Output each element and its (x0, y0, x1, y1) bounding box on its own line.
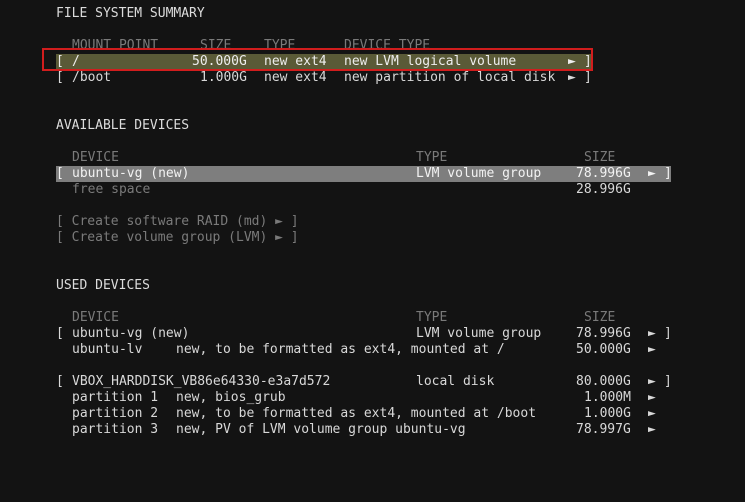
device-description: new, to be formatted as ext4, mounted at… (176, 342, 505, 357)
device-name: VBOX_HARDDISK_VB86e64330-e3a7d572 (72, 374, 331, 389)
device-name: partition 2 (72, 406, 159, 421)
col-header-device: DEVICE (72, 150, 119, 165)
col-header-type: TYPE (416, 310, 448, 325)
size: 78.997G (576, 422, 631, 437)
expand-arrow-icon[interactable]: ► (648, 166, 656, 182)
device-name: ubuntu-vg (new) (72, 326, 190, 341)
size: 78.996G (576, 166, 631, 181)
expand-arrow-icon[interactable]: ► (648, 406, 656, 422)
size: 78.996G (576, 326, 631, 341)
bracket-close: ] (664, 166, 672, 181)
device-name: partition 1 (72, 390, 159, 405)
device-name: ubuntu-lv (72, 342, 143, 357)
fs-type: new ext4 (264, 54, 327, 69)
expand-arrow-icon[interactable]: ► (648, 374, 656, 390)
device-name: partition 3 (72, 422, 159, 437)
expand-arrow-icon[interactable]: ► (648, 326, 656, 342)
used-row-partition-3[interactable]: partition 3 new, PV of LVM volume group … (0, 422, 745, 438)
expand-arrow-icon[interactable]: ► (568, 70, 576, 86)
mount-point: /boot (72, 70, 112, 85)
device-description: new, to be formatted as ext4, mounted at… (176, 406, 537, 421)
expand-arrow-icon[interactable]: ► (648, 342, 656, 358)
size: 1.000G (200, 70, 247, 85)
device-type: new partition of local disk (344, 70, 556, 85)
bracket-open: [ (56, 54, 64, 69)
col-header-mount-point: MOUNT POINT (72, 38, 159, 53)
fs-summary-header-row: MOUNT POINT SIZE TYPE DEVICE TYPE (0, 38, 745, 54)
size: 1.000G (584, 406, 631, 421)
size: 50.000G (192, 54, 247, 69)
used-row-ubuntu-vg[interactable]: [ ubuntu-vg (new) LVM volume group 78.99… (56, 326, 672, 342)
available-row-ubuntu-vg[interactable]: [ ubuntu-vg (new) LVM volume group 78.99… (56, 166, 672, 182)
fs-row-boot[interactable]: [ /boot 1.000G new ext4 new partition of… (56, 70, 592, 86)
bracket-open: [ (56, 166, 64, 181)
device-name: ubuntu-vg (new) (72, 166, 190, 181)
bracket-close: ] (584, 70, 592, 85)
bracket-close: ] (664, 374, 672, 389)
device-description: new, PV of LVM volume group ubuntu-vg (176, 422, 466, 437)
device-name: free space (72, 182, 151, 197)
fs-summary-title: FILE SYSTEM SUMMARY (56, 6, 205, 21)
col-header-device-type: DEVICE TYPE (344, 38, 431, 53)
size: 80.000G (576, 374, 631, 389)
used-devices-title: USED DEVICES (56, 278, 150, 293)
available-header-row: DEVICE TYPE SIZE (0, 150, 745, 166)
device-type: LVM volume group (416, 326, 542, 341)
bracket-close: ] (664, 326, 672, 341)
bracket-open: [ (56, 326, 64, 341)
device-type: LVM volume group (416, 166, 542, 181)
used-row-vbox-harddisk[interactable]: [ VBOX_HARDDISK_VB86e64330-e3a7d572 loca… (56, 374, 672, 390)
expand-arrow-icon[interactable]: ► (648, 390, 656, 406)
col-header-type: TYPE (264, 38, 296, 53)
used-row-ubuntu-lv[interactable]: ubuntu-lv new, to be formatted as ext4, … (0, 342, 745, 358)
col-header-size: SIZE (584, 310, 616, 325)
bracket-open: [ (56, 374, 64, 389)
expand-arrow-icon[interactable]: ► (568, 54, 576, 70)
col-header-size: SIZE (200, 38, 232, 53)
used-row-partition-1[interactable]: partition 1 new, bios_grub 1.000M ► (0, 390, 745, 406)
bracket-open: [ (56, 70, 64, 85)
device-type: local disk (416, 374, 495, 389)
fs-row-root[interactable]: [ / 50.000G new ext4 new LVM logical vol… (56, 54, 592, 70)
create-software-raid-button[interactable]: [ Create software RAID (md) ► ] (56, 214, 299, 230)
size: 1.000M (584, 390, 631, 405)
col-header-size: SIZE (584, 150, 616, 165)
available-row-free-space: free space 28.996G (0, 182, 745, 198)
used-header-row: DEVICE TYPE SIZE (0, 310, 745, 326)
expand-arrow-icon[interactable]: ► (648, 422, 656, 438)
available-devices-title: AVAILABLE DEVICES (56, 118, 190, 133)
bracket-close: ] (584, 54, 592, 69)
mount-point: / (72, 54, 80, 69)
device-type: new LVM logical volume (344, 54, 517, 69)
size: 28.996G (576, 182, 631, 197)
size: 50.000G (576, 342, 631, 357)
col-header-device: DEVICE (72, 310, 119, 325)
device-description: new, bios_grub (176, 390, 286, 405)
fs-type: new ext4 (264, 70, 327, 85)
used-row-partition-2[interactable]: partition 2 new, to be formatted as ext4… (0, 406, 745, 422)
create-volume-group-button[interactable]: [ Create volume group (LVM) ► ] (56, 230, 299, 246)
col-header-type: TYPE (416, 150, 448, 165)
